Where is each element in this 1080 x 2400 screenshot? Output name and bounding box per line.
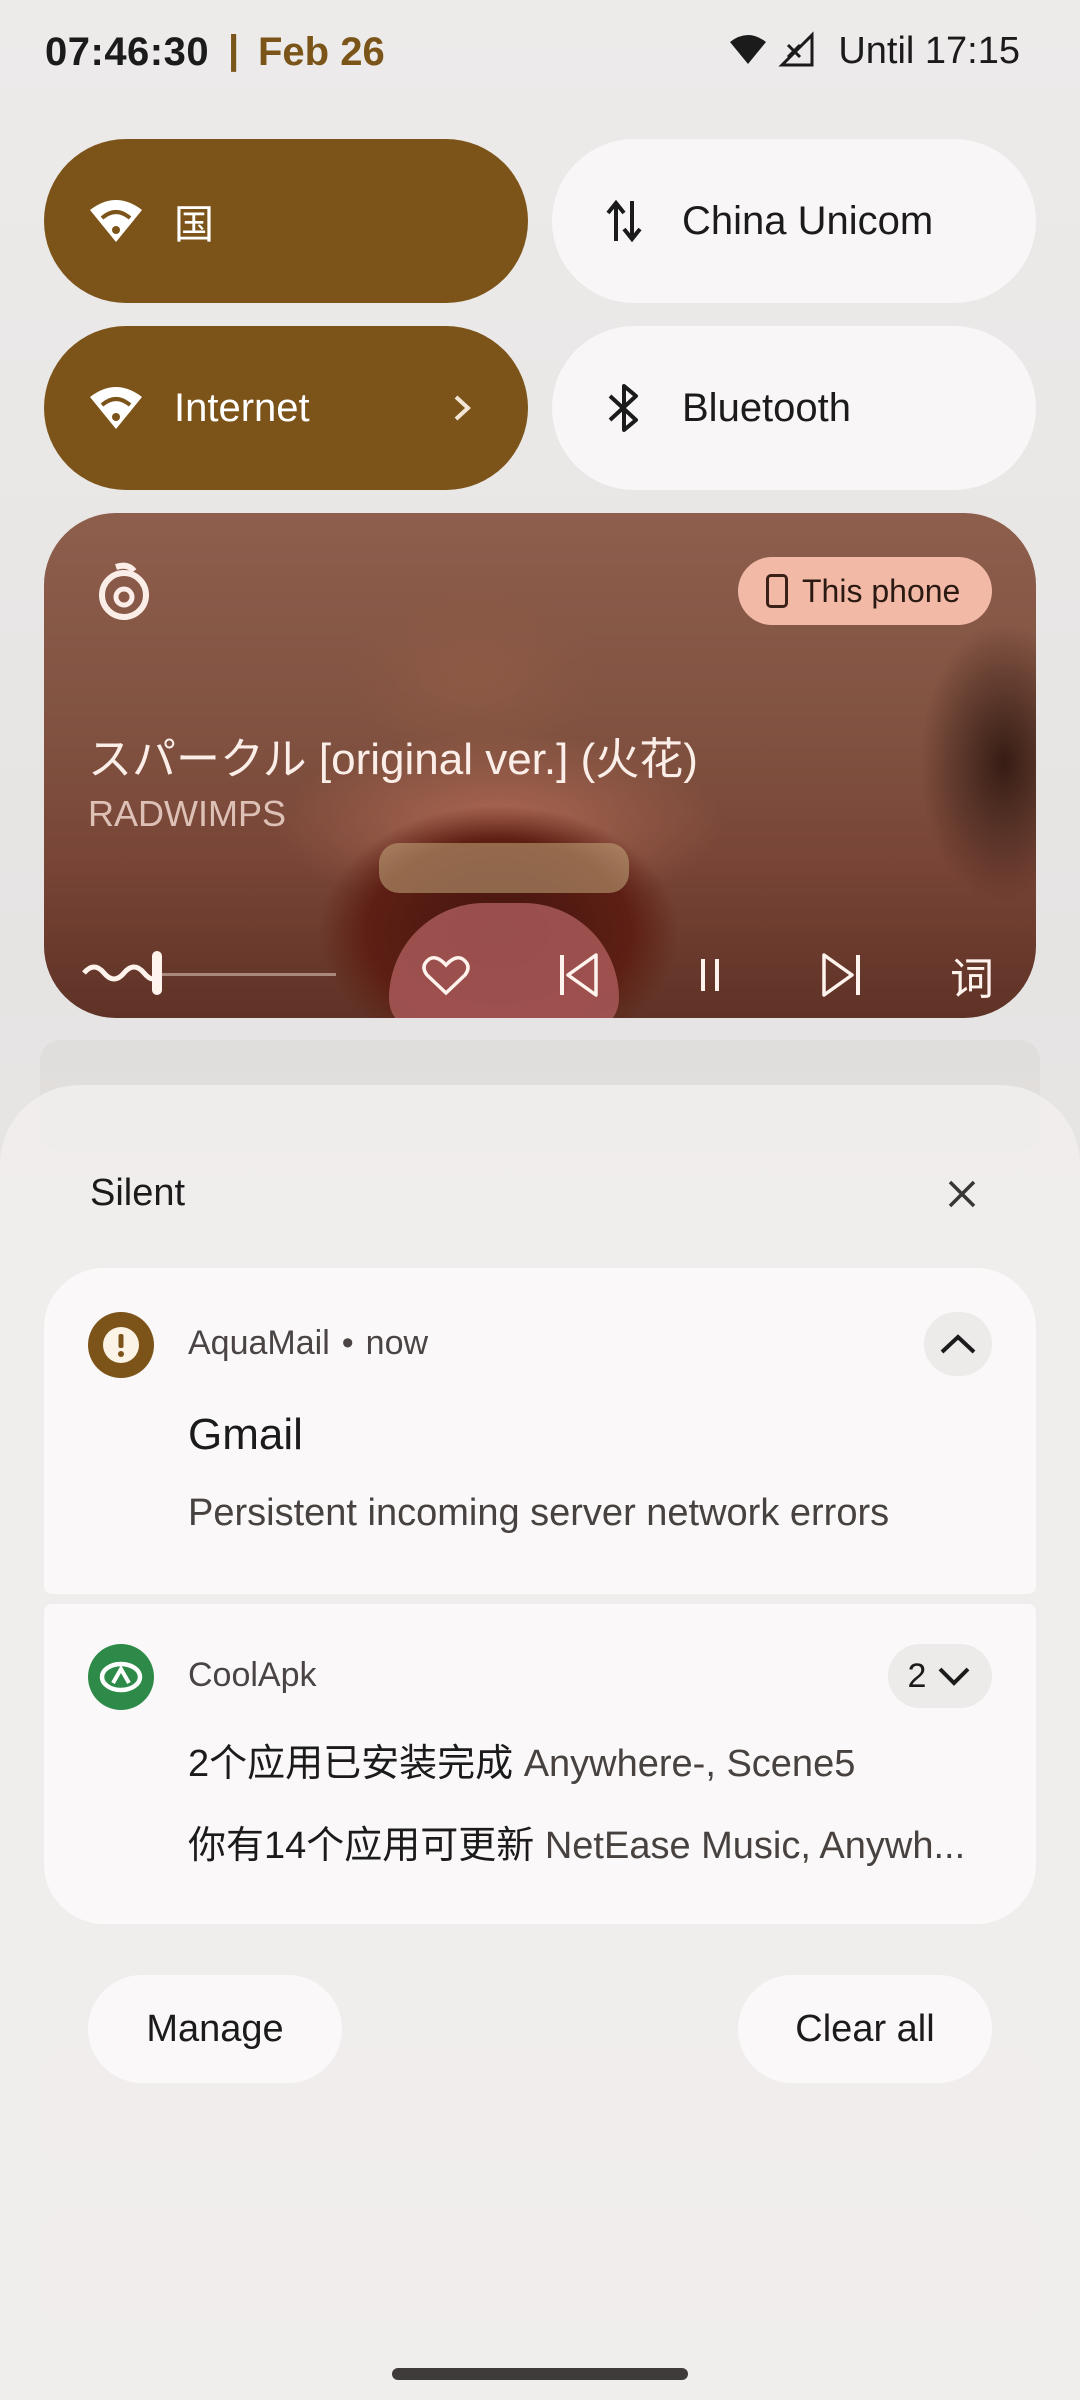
seek-thumb[interactable] xyxy=(152,951,162,995)
chevron-down-icon xyxy=(939,1667,970,1686)
notification-line-title: 你有14个应用可更新 xyxy=(188,1825,535,1867)
like-icon[interactable] xyxy=(416,945,476,1005)
phone-icon xyxy=(766,574,788,608)
notification-count: 2 xyxy=(907,1656,927,1695)
battery-until-text: Until 17:15 xyxy=(838,30,1020,72)
alert-icon xyxy=(88,1312,154,1378)
section-title-silent: Silent xyxy=(90,1172,186,1214)
netease-music-icon xyxy=(92,561,156,625)
notification-app-meta: AquaMail • now xyxy=(188,1324,428,1363)
collapse-button[interactable] xyxy=(924,1312,992,1376)
separator-dot: • xyxy=(341,1324,354,1362)
app-name: AquaMail xyxy=(188,1324,330,1362)
bluetooth-icon xyxy=(594,378,654,438)
coolapk-icon xyxy=(88,1644,154,1710)
notification-aquamail[interactable]: AquaMail • now Gmail Persistent incoming s… xyxy=(44,1268,1036,1594)
bluetooth-label: Bluetooth xyxy=(682,385,852,430)
mobile-data-tile[interactable]: China Unicom xyxy=(552,139,1036,303)
notification-coolapk[interactable]: CoolApk 2 2个应用已安装完成 Anywhere-, Scene5 你有… xyxy=(44,1604,1036,1924)
wifi-signal-icon xyxy=(728,32,768,71)
internet-tile[interactable]: Internet xyxy=(44,326,528,490)
expand-count-button[interactable]: 2 xyxy=(888,1644,992,1708)
next-icon[interactable] xyxy=(812,945,872,1005)
previous-icon[interactable] xyxy=(548,945,608,1005)
gesture-home-bar[interactable] xyxy=(392,2368,688,2380)
data-transfer-icon xyxy=(594,191,654,251)
date-separator: | xyxy=(228,28,240,72)
wifi-tile[interactable]: 国 xyxy=(44,139,528,303)
close-icon[interactable] xyxy=(942,1174,982,1214)
notification-line-title: 2个应用已安装完成 xyxy=(188,1743,514,1785)
bluetooth-tile[interactable]: Bluetooth xyxy=(552,326,1036,490)
media-player-card[interactable]: This phone スパークル [original ver.] (火花) RA… xyxy=(44,513,1036,1018)
notification-line: 你有14个应用可更新 NetEase Music, Anywh... xyxy=(188,1814,965,1869)
lyrics-button[interactable]: 词 xyxy=(942,945,1002,1005)
media-controls: 词 xyxy=(44,933,1036,1013)
notification-line: 2个应用已安装完成 Anywhere-, Scene5 xyxy=(188,1732,855,1787)
wifi-icon xyxy=(86,378,146,438)
chevron-right-icon xyxy=(442,382,482,434)
date[interactable]: Feb 26 xyxy=(258,30,385,75)
pause-icon[interactable] xyxy=(680,945,740,1005)
clear-all-button[interactable]: Clear all xyxy=(738,1975,992,2083)
seek-progress xyxy=(82,964,162,982)
notification-line-text: NetEase Music, Anywh... xyxy=(544,1825,966,1867)
internet-tile-label: Internet xyxy=(174,385,310,430)
chevron-up-icon xyxy=(940,1334,976,1354)
mobile-data-label: China Unicom xyxy=(682,198,934,243)
notification-group: AquaMail • now Gmail Persistent incoming s… xyxy=(44,1268,1036,1924)
status-icons: Until 17:15 xyxy=(728,30,1020,73)
clock: 07:46:30 xyxy=(45,30,210,74)
output-device-chip[interactable]: This phone xyxy=(738,557,992,625)
wifi-icon xyxy=(86,191,146,251)
wifi-tile-label: 国 xyxy=(174,203,214,247)
notification-line-text: Anywhere-, Scene5 xyxy=(523,1743,856,1785)
status-bar: 07:46:30 | Feb 26 Until 17:15 xyxy=(0,0,1080,110)
app-name: CoolApk xyxy=(188,1656,317,1694)
cell-signal-icon xyxy=(778,31,818,72)
track-title: スパークル [original ver.] (火花) xyxy=(88,735,698,784)
track-artist: RADWIMPS xyxy=(88,793,286,834)
notification-body: Persistent incoming server network error… xyxy=(188,1492,890,1534)
manage-button[interactable]: Manage xyxy=(88,1975,342,2083)
notification-time: now xyxy=(365,1324,429,1362)
output-device-label: This phone xyxy=(802,572,961,609)
seek-track[interactable] xyxy=(156,973,336,976)
notification-title: Gmail xyxy=(188,1410,303,1459)
